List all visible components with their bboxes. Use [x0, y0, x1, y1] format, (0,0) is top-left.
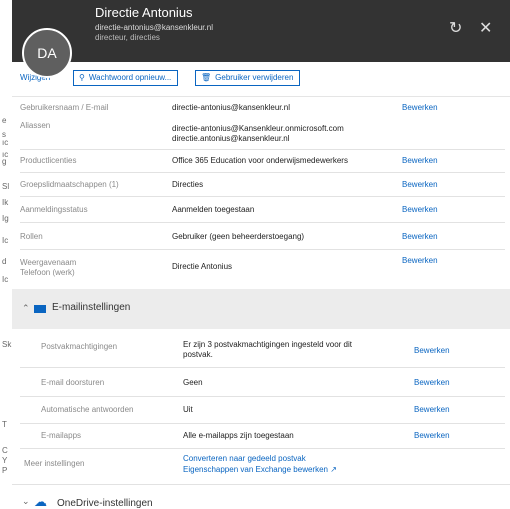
edit-mailbox-permissions-link[interactable]: Bewerken — [414, 346, 450, 355]
background-char: g — [2, 157, 7, 166]
field-label: Rollen — [20, 232, 43, 241]
user-email: directie-antonius@kansenkleur.nl — [95, 23, 213, 32]
reset-password-label: Wachtwoord opnieuw... — [88, 73, 172, 82]
field-label: Weergavenaam — [20, 258, 77, 267]
field-value: Office 365 Education voor onderwijsmedew… — [172, 156, 348, 165]
onedrive-settings-title: OneDrive-instellingen — [57, 498, 153, 509]
edit-forwarding-link[interactable]: Bewerken — [414, 378, 450, 387]
avatar: DA — [22, 28, 72, 78]
background-char: Ig — [2, 214, 9, 223]
divider — [12, 484, 510, 485]
edit-display-name-link[interactable]: Bewerken — [402, 256, 438, 265]
field-value: directie-antonius@Kansenkleur.onmicrosof… — [172, 124, 344, 133]
field-value: Directie Antonius — [172, 262, 233, 271]
mail-value: Uit — [183, 405, 193, 414]
toolbar: Wijzigen ⚲ Wachtwoord opnieuw... 🗑 Gebruik… — [12, 62, 510, 97]
email-settings-header[interactable]: ⌃ E-mailinstellingen — [12, 289, 510, 329]
divider — [20, 172, 505, 173]
divider — [20, 396, 505, 397]
mail-label: Automatische antwoorden — [41, 405, 134, 414]
background-char: e — [2, 116, 7, 125]
panel-header: Directie Antonius directie-antonius@kans… — [12, 0, 510, 62]
edit-auto-replies-link[interactable]: Bewerken — [414, 405, 450, 414]
more-settings-label: Meer instellingen — [24, 459, 85, 468]
divider — [20, 367, 505, 368]
edit-email-apps-link[interactable]: Bewerken — [414, 431, 450, 440]
reset-password-button[interactable]: ⚲ Wachtwoord opnieuw... — [73, 70, 179, 86]
background-char: C — [2, 446, 8, 455]
field-value: Gebruiker (geen beheerderstoegang) — [172, 232, 305, 241]
background-char: Ic — [2, 275, 9, 284]
edit-exchange-properties-link[interactable]: Eigenschappen van Exchange bewerken ↗ — [183, 465, 337, 474]
user-subtitle: directeur, directies — [95, 33, 160, 42]
envelope-icon — [34, 305, 46, 313]
key-icon: ⚲ — [79, 73, 85, 82]
mail-value-secondary: postvak. — [183, 350, 213, 359]
edit-exchange-properties-label: Eigenschappen van Exchange bewerken — [183, 465, 328, 474]
field-label: Gebruikersnaam / E-mail — [20, 103, 109, 112]
email-settings-title: E-mailinstellingen — [52, 302, 131, 313]
divider — [20, 423, 505, 424]
edit-licenses-link[interactable]: Bewerken — [402, 156, 438, 165]
close-icon[interactable]: ✕ — [479, 18, 492, 38]
edit-roles-link[interactable]: Bewerken — [402, 232, 438, 241]
field-value: directie-antonius@kansenkleur.nl — [172, 103, 290, 112]
field-label: Aanmeldingsstatus — [20, 205, 88, 214]
background-char: d — [2, 257, 7, 266]
divider — [20, 149, 505, 150]
refresh-icon[interactable]: ↻ — [449, 18, 462, 38]
field-value-secondary: directie.antonius@kansenkleur.nl — [172, 134, 290, 143]
chevron-down-icon: ⌄ — [22, 496, 30, 506]
background-char: Ik — [2, 198, 9, 207]
background-char: Sk — [2, 340, 12, 349]
edit-signin-status-link[interactable]: Bewerken — [402, 205, 438, 214]
field-label: Aliassen — [20, 121, 51, 130]
cloud-icon: ☁ — [34, 494, 47, 509]
field-label: Groepslidmaatschappen (1) — [20, 180, 119, 189]
background-char: Y — [2, 456, 8, 465]
background-char: Ic — [2, 236, 9, 245]
divider — [20, 249, 505, 250]
mail-value: Alle e-mailapps zijn toegestaan — [183, 431, 294, 440]
mail-label: Postvakmachtigingen — [41, 342, 118, 351]
mail-value: Er zijn 3 postvakmachtigingen ingesteld … — [183, 340, 352, 349]
background-char: P — [2, 466, 8, 475]
background-char: T — [2, 420, 7, 429]
user-details-panel: Directie Antonius directie-antonius@kans… — [12, 0, 510, 509]
trash-icon: 🗑 — [201, 73, 212, 82]
divider — [20, 196, 505, 197]
convert-shared-mailbox-link[interactable]: Converteren naar gedeeld postvak — [183, 454, 306, 463]
mail-label: E-mailapps — [41, 431, 82, 440]
delete-user-label: Gebruiker verwijderen — [215, 73, 294, 82]
user-name: Directie Antonius — [95, 5, 193, 20]
field-value: Directies — [172, 180, 204, 189]
chevron-up-icon: ⌃ — [22, 303, 30, 313]
edit-groups-link[interactable]: Bewerken — [402, 180, 438, 189]
mail-value: Geen — [183, 378, 203, 387]
field-label: Productlicenties — [20, 156, 77, 165]
mail-label: E-mail doorsturen — [41, 378, 105, 387]
divider — [20, 448, 505, 449]
external-link-icon: ↗ — [330, 465, 337, 474]
field-value: Aanmelden toegestaan — [172, 205, 255, 214]
edit-username-link[interactable]: Bewerken — [402, 103, 438, 112]
divider — [20, 222, 505, 223]
delete-user-button[interactable]: 🗑 Gebruiker verwijderen — [195, 70, 301, 86]
background-char: Sl — [2, 182, 10, 191]
field-label-secondary: Telefoon (werk) — [20, 268, 75, 277]
background-char: ıc — [2, 138, 9, 147]
